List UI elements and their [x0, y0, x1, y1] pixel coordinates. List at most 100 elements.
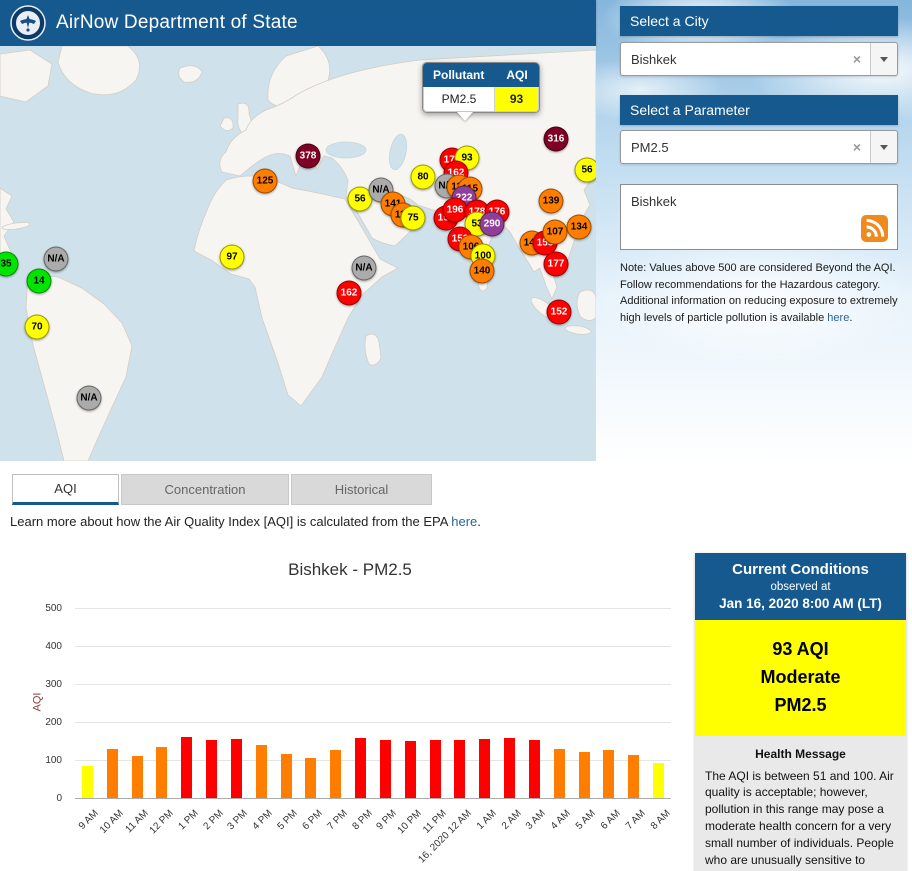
feed-box: Bishkek [620, 184, 898, 250]
tooltip-aqi-value: 93 [495, 87, 539, 112]
aqi-bar[interactable] [504, 738, 515, 798]
aqi-marker[interactable]: 162 [337, 281, 362, 306]
aqi-marker[interactable]: 14 [27, 269, 52, 294]
epa-here-link[interactable]: here [451, 514, 477, 529]
note-here-link[interactable]: here [827, 312, 849, 324]
aqi-bar[interactable] [479, 739, 490, 798]
aqi-marker[interactable]: 70 [25, 315, 50, 340]
aqi-marker[interactable]: N/A [77, 386, 102, 411]
sidebar-note: Note: Values above 500 are considered Be… [620, 260, 907, 326]
current-aqi-category: Moderate [699, 664, 902, 692]
aqi-marker[interactable]: 75 [401, 206, 426, 231]
y-axis-tick-label: 300 [22, 679, 62, 690]
aqi-bar[interactable] [603, 750, 614, 798]
observed-datetime: Jan 16, 2020 8:00 AM (LT) [699, 596, 902, 611]
chart-title: Bishkek - PM2.5 [10, 560, 690, 580]
tab-concentration[interactable]: Concentration [121, 474, 289, 505]
tab-bar: AQI Concentration Historical [12, 474, 432, 505]
y-axis-tick-label: 100 [22, 755, 62, 766]
learn-more-body: Learn more about how the Air Quality Ind… [10, 514, 451, 529]
parameter-clear-icon[interactable]: × [844, 139, 870, 155]
parameter-dropdown-caret-icon[interactable] [870, 131, 897, 163]
aqi-marker[interactable]: 80 [411, 165, 436, 190]
aqi-marker[interactable]: 140 [470, 259, 495, 284]
parameter-panel-header: Select a Parameter [620, 95, 898, 125]
aqi-marker[interactable]: 316 [544, 127, 569, 152]
aqi-bar[interactable] [454, 740, 465, 798]
health-message-box: Health Message The AQI is between 51 and… [695, 736, 906, 871]
aqi-marker[interactable]: 290 [480, 212, 505, 237]
aqi-bar[interactable] [231, 739, 242, 798]
aqi-bar[interactable] [554, 749, 565, 798]
city-dropdown-caret-icon[interactable] [870, 43, 897, 75]
y-axis-tick-label: 400 [22, 641, 62, 652]
y-axis-tick-label: 0 [22, 793, 62, 804]
aqi-marker[interactable]: 152 [547, 300, 572, 325]
aqi-bar[interactable] [256, 745, 267, 798]
tooltip-pollutant-header: Pollutant [423, 63, 495, 87]
aqi-bar[interactable] [206, 740, 217, 798]
aqi-bar[interactable] [82, 766, 93, 798]
aqi-marker[interactable]: N/A [44, 247, 69, 272]
aqi-marker[interactable]: 177 [544, 252, 569, 277]
aqi-bar[interactable] [579, 752, 590, 798]
learn-more-suffix: . [477, 514, 481, 529]
city-select-value: Bishkek [621, 52, 844, 67]
tooltip-aqi-header: AQI [495, 63, 539, 87]
city-panel-label: Select a City [630, 13, 709, 29]
aqi-bar[interactable] [330, 750, 341, 798]
aqi-marker[interactable]: 35 [0, 252, 19, 277]
aqi-bar[interactable] [355, 738, 366, 798]
aqi-bar[interactable] [305, 758, 316, 798]
aqi-bar[interactable] [430, 740, 441, 798]
chart-plot [75, 608, 671, 799]
aqi-marker[interactable]: 134 [567, 215, 592, 240]
health-message-header: Health Message [705, 747, 896, 761]
world-map[interactable]: 378125316568056N/A1411157517293162N/A111… [0, 46, 596, 461]
feed-city-label: Bishkek [631, 194, 677, 209]
chart-gridline [75, 646, 671, 647]
chart-gridline [75, 608, 671, 609]
current-aqi-value: 93 AQI [699, 636, 902, 664]
tab-historical[interactable]: Historical [291, 474, 432, 505]
aqi-bar[interactable] [405, 741, 416, 798]
tooltip-pollutant-value: PM2.5 [423, 87, 495, 112]
aqi-bar-chart: Bishkek - PM2.5 AQI 0100200300400500 9 A… [10, 546, 690, 871]
tooltip-pointer-icon [457, 112, 473, 121]
aqi-marker[interactable]: 139 [539, 189, 564, 214]
current-conditions-panel: Current Conditions observed at Jan 16, 2… [695, 553, 906, 871]
aqi-bar[interactable] [281, 754, 292, 798]
aqi-marker[interactable]: 56 [575, 158, 597, 183]
current-aqi-parameter: PM2.5 [699, 692, 902, 720]
parameter-panel-label: Select a Parameter [630, 102, 750, 118]
parameter-select[interactable]: PM2.5 × [620, 130, 898, 164]
aqi-bar[interactable] [181, 737, 192, 798]
tooltip-header-row: Pollutant AQI [423, 63, 539, 87]
observed-at-label: observed at [699, 581, 902, 593]
app-title: AirNow Department of State [56, 12, 298, 34]
city-select[interactable]: Bishkek × [620, 42, 898, 76]
aqi-marker[interactable]: N/A [352, 256, 377, 281]
rss-feed-icon[interactable] [861, 215, 888, 242]
aqi-marker[interactable]: 378 [296, 144, 321, 169]
note-suffix: . [849, 312, 852, 324]
chart-gridline [75, 722, 671, 723]
aqi-marker[interactable]: 125 [253, 169, 278, 194]
app-header: AirNow Department of State [0, 0, 596, 46]
aqi-bar[interactable] [380, 740, 391, 798]
aqi-bar[interactable] [132, 756, 143, 798]
aqi-bar[interactable] [628, 755, 639, 798]
y-axis-tick-label: 500 [22, 603, 62, 614]
y-axis-tick-label: 200 [22, 717, 62, 728]
aqi-bar[interactable] [107, 749, 118, 798]
city-clear-icon[interactable]: × [844, 51, 870, 67]
aqi-bar[interactable] [529, 740, 540, 798]
health-message-text: The AQI is between 51 and 100. Air quali… [705, 768, 896, 869]
aqi-bar[interactable] [156, 747, 167, 798]
chart-gridline [75, 684, 671, 685]
aqi-marker[interactable]: 97 [220, 245, 245, 270]
current-aqi-box: 93 AQI Moderate PM2.5 [695, 620, 906, 736]
aqi-marker[interactable]: 107 [543, 220, 568, 245]
tab-aqi[interactable]: AQI [12, 474, 119, 505]
aqi-bar[interactable] [653, 763, 664, 798]
